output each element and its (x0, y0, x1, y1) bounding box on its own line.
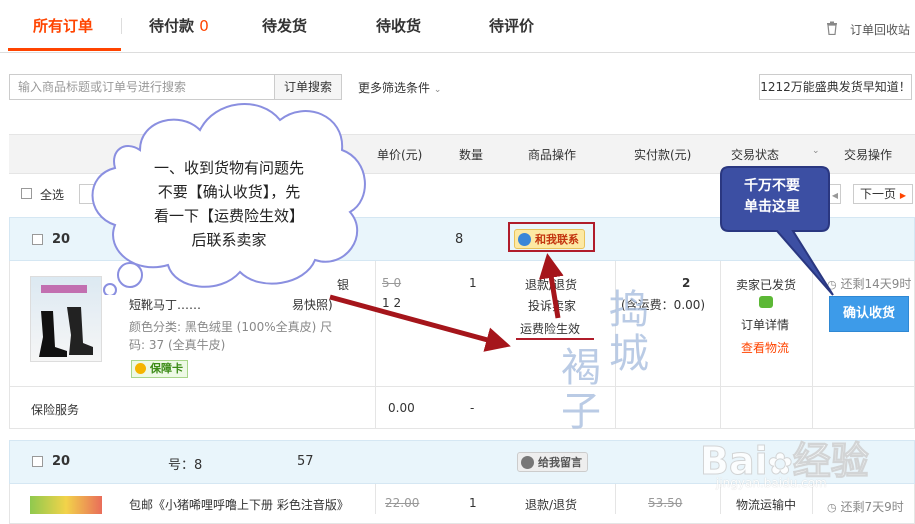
bubble-line: 千万不要 (744, 178, 800, 194)
bubble-line: 单击这里 (744, 199, 800, 215)
site-watermark: jingyan.baidu.com (716, 476, 827, 490)
arrow-to-contact (538, 253, 564, 319)
arrow-to-insurance (329, 294, 511, 352)
callout-line: 看一下【运费险生效】 (153, 207, 304, 225)
callout-text: 一、收到货物有问题先 不要【确认收货】，先 看一下【运费险生效】 后联系卖家 (124, 156, 334, 252)
callout-line: 不要【确认收货】，先 (157, 183, 301, 201)
bubble-text: 千万不要 单击这里 (722, 176, 822, 218)
callout-line: 一、收到货物有问题先 (153, 159, 304, 177)
callout-line: 后联系卖家 (191, 231, 267, 249)
